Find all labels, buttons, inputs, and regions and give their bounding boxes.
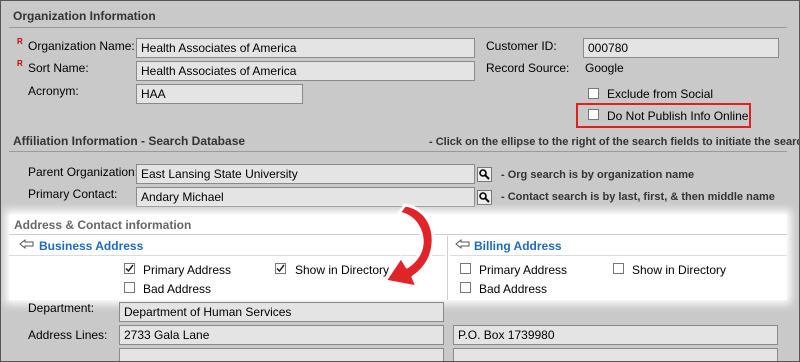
- exclude-social-checkbox[interactable]: [588, 88, 599, 99]
- billing-primary-checkbox[interactable]: [460, 263, 471, 274]
- business-address-line2-input[interactable]: [119, 348, 444, 361]
- parent-org-search-button[interactable]: [477, 167, 492, 182]
- parent-org-input[interactable]: [136, 164, 475, 184]
- search-icon: [479, 192, 490, 203]
- address-section-title: Address & Contact information: [14, 218, 192, 232]
- org-name-label: Organization Name:: [28, 39, 135, 53]
- required-marker: R: [17, 37, 23, 46]
- primary-contact-note: - Contact search is by last, first, & th…: [501, 191, 775, 203]
- sort-name-input[interactable]: [136, 61, 475, 81]
- billing-directory-label: Show in Directory: [632, 263, 727, 277]
- customer-id-label: Customer ID:: [486, 39, 557, 53]
- billing-address-title[interactable]: Billing Address: [474, 239, 562, 253]
- divider: [9, 151, 787, 152]
- parent-org-label: Parent Organization:: [28, 165, 139, 179]
- search-icon: [479, 169, 490, 180]
- exclude-social-label: Exclude from Social: [607, 87, 714, 101]
- business-bad-address-checkbox[interactable]: [124, 282, 135, 293]
- collapse-icon[interactable]: [455, 238, 471, 253]
- organization-form: Organization Information R Organization …: [0, 0, 800, 362]
- department-label: Department:: [28, 301, 95, 315]
- business-directory-label: Show in Directory: [295, 263, 390, 277]
- business-directory-checkbox[interactable]: [275, 263, 286, 274]
- org-name-input[interactable]: [136, 38, 475, 58]
- business-bad-address-label: Bad Address: [143, 282, 212, 296]
- customer-id-input[interactable]: [583, 38, 779, 58]
- billing-address-line1-input[interactable]: [453, 325, 778, 345]
- record-source-value: Google: [585, 61, 624, 75]
- affiliation-section-title: Affiliation Information - Search Databas…: [13, 134, 246, 148]
- billing-address-line2-input[interactable]: [453, 348, 778, 361]
- acronym-input[interactable]: [136, 84, 303, 104]
- billing-bad-address-checkbox[interactable]: [460, 282, 471, 293]
- required-marker: R: [17, 59, 23, 68]
- divider: [450, 255, 787, 256]
- business-address-line1-input[interactable]: [119, 325, 444, 345]
- primary-contact-search-button[interactable]: [477, 190, 492, 205]
- billing-directory-checkbox[interactable]: [613, 263, 624, 274]
- address-lines-label: Address Lines:: [28, 328, 108, 342]
- parent-org-note: - Org search is by organization name: [501, 169, 695, 181]
- business-primary-label: Primary Address: [143, 263, 232, 277]
- business-primary-checkbox[interactable]: [124, 263, 135, 274]
- acronym-label: Acronym:: [28, 84, 79, 98]
- primary-contact-label: Primary Contact:: [28, 187, 118, 201]
- department-input[interactable]: [119, 302, 444, 322]
- checkmark-icon: [276, 264, 285, 273]
- affiliation-hint: - Click on the ellipse to the right of t…: [429, 136, 800, 148]
- org-section-title: Organization Information: [13, 9, 156, 23]
- collapse-icon[interactable]: [19, 238, 35, 253]
- divider: [9, 27, 787, 28]
- annotation-arrow: [383, 203, 435, 289]
- sort-name-label: Sort Name:: [28, 61, 89, 75]
- billing-bad-address-label: Bad Address: [479, 282, 548, 296]
- do-not-publish-label: Do Not Publish Info Online: [607, 109, 749, 123]
- business-address-title[interactable]: Business Address: [39, 239, 143, 253]
- record-source-label: Record Source:: [486, 61, 570, 75]
- checkmark-icon: [125, 264, 134, 273]
- do-not-publish-checkbox[interactable]: [588, 109, 599, 120]
- billing-primary-label: Primary Address: [479, 263, 568, 277]
